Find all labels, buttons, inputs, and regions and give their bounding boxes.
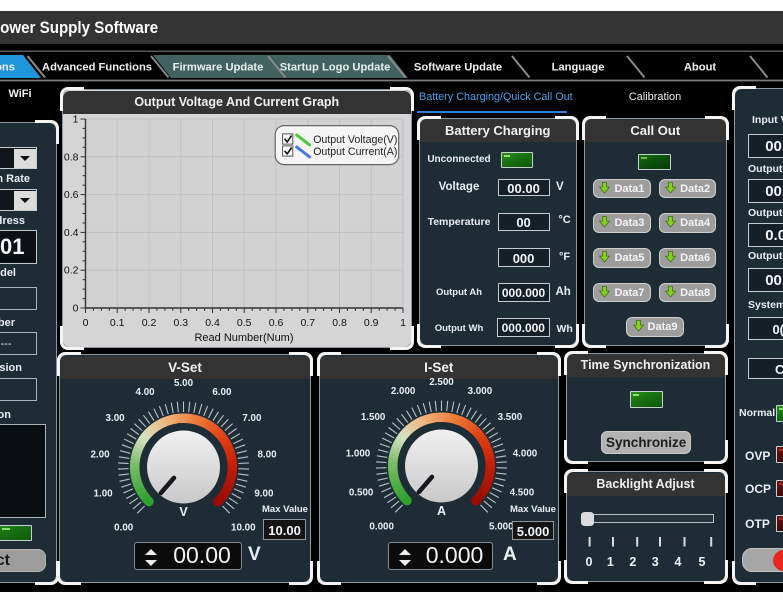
svg-text:2.500: 2.500	[429, 377, 454, 388]
svg-text:3.500: 3.500	[497, 412, 522, 423]
svg-text:0: 0	[83, 317, 89, 329]
svg-text:V: V	[179, 505, 188, 519]
svg-text:0.500: 0.500	[348, 488, 373, 499]
svg-text:ons: ons	[0, 62, 15, 74]
svg-text:8.00: 8.00	[257, 449, 277, 460]
svg-text:0.8: 0.8	[64, 151, 79, 163]
svg-text:0.000: 0.000	[369, 521, 394, 532]
svg-text:Read Number(Num): Read Number(Num)	[194, 332, 293, 344]
svg-text:0.00: 0.00	[114, 522, 134, 533]
svg-text:0: 0	[73, 303, 79, 315]
svg-text:0.6: 0.6	[269, 317, 284, 329]
svg-text:0: 0	[586, 555, 593, 569]
svg-text:1.500: 1.500	[360, 412, 385, 423]
svg-text:0.6: 0.6	[64, 189, 79, 201]
svg-text:0.2: 0.2	[142, 317, 157, 329]
svg-text:3: 3	[652, 555, 659, 569]
svg-text:2: 2	[629, 555, 636, 569]
svg-text:0.8: 0.8	[332, 317, 347, 329]
svg-text:0.1: 0.1	[110, 317, 125, 329]
svg-text:7.00: 7.00	[242, 413, 262, 424]
svg-text:1.00: 1.00	[94, 489, 114, 500]
svg-text:5: 5	[699, 555, 706, 569]
svg-text:6.00: 6.00	[212, 387, 232, 398]
svg-text:3.00: 3.00	[106, 413, 126, 424]
svg-text:3.000: 3.000	[467, 386, 492, 397]
svg-text:0.7: 0.7	[300, 317, 315, 329]
svg-text:Startup Logo Update: Startup Logo Update	[280, 62, 391, 74]
svg-text:1: 1	[400, 317, 406, 329]
svg-text:Software Update: Software Update	[414, 62, 502, 74]
svg-text:Output Voltage(V): Output Voltage(V)	[313, 134, 397, 146]
svg-text:2.000: 2.000	[390, 386, 415, 397]
svg-text:Firmware Update: Firmware Update	[173, 62, 264, 74]
svg-text:4.000: 4.000	[512, 448, 537, 459]
svg-text:5.00: 5.00	[174, 378, 194, 389]
svg-text:5.000: 5.000	[489, 521, 514, 532]
svg-text:4.500: 4.500	[509, 488, 534, 499]
svg-text:0.3: 0.3	[173, 317, 188, 329]
svg-text:1: 1	[607, 555, 614, 569]
svg-text:0.5: 0.5	[237, 317, 252, 329]
svg-text:10.00: 10.00	[231, 522, 256, 533]
svg-text:0.2: 0.2	[64, 265, 79, 277]
svg-text:9.00: 9.00	[254, 489, 274, 500]
svg-text:0.4: 0.4	[64, 227, 79, 239]
svg-text:A: A	[436, 504, 445, 518]
svg-text:0.9: 0.9	[364, 317, 379, 329]
svg-text:2.00: 2.00	[90, 449, 110, 460]
svg-text:0.4: 0.4	[205, 317, 220, 329]
svg-text:4: 4	[675, 555, 682, 569]
svg-text:4.00: 4.00	[136, 387, 156, 398]
svg-text:1.000: 1.000	[345, 448, 370, 459]
svg-text:Advanced Functions: Advanced Functions	[42, 62, 152, 74]
svg-text:Language: Language	[552, 62, 605, 74]
svg-text:Output Current(A): Output Current(A)	[313, 146, 397, 158]
svg-text:About: About	[684, 62, 717, 74]
svg-text:1: 1	[73, 114, 79, 126]
